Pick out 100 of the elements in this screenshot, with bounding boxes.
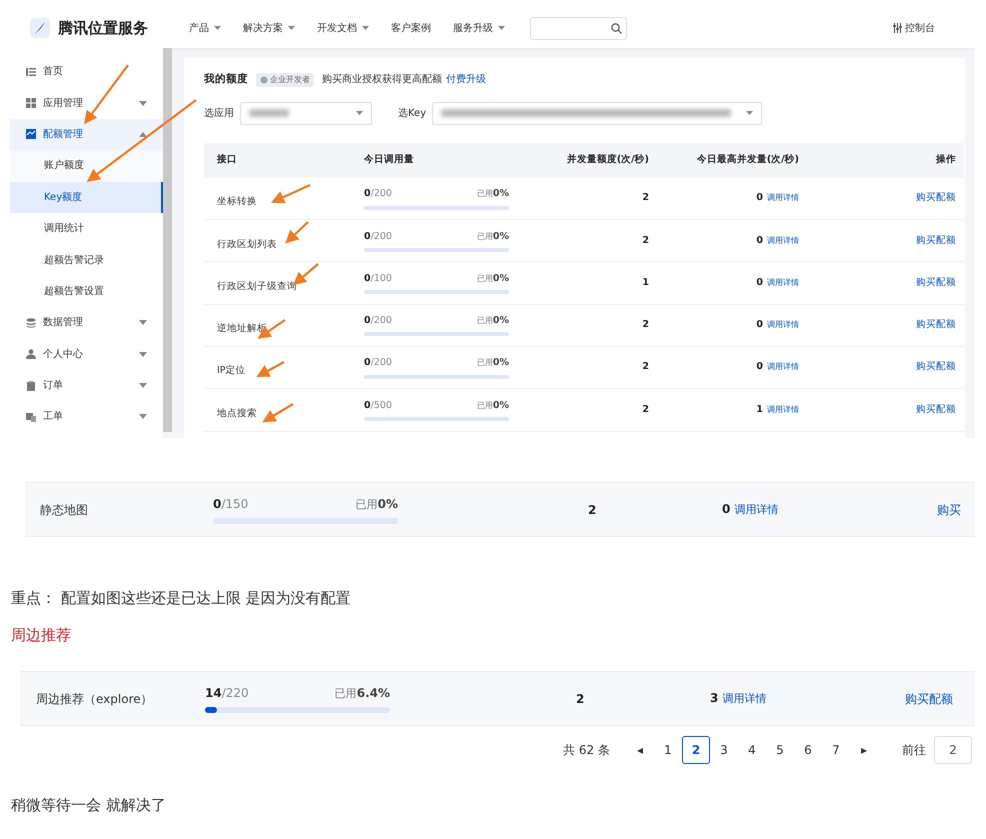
person-icon <box>26 349 36 360</box>
buy-quota-link[interactable]: 购买配额 <box>916 192 956 204</box>
section-heading: 周边推荐 <box>11 624 72 646</box>
chart-icon <box>26 129 36 140</box>
detail-link[interactable]: 调用详情 <box>767 236 799 245</box>
table-cell-text: 2 <box>588 502 598 518</box>
page-button[interactable]: 7 <box>822 736 850 764</box>
list-icon <box>26 66 36 77</box>
percent-text: 已用6.4% <box>334 685 390 702</box>
table-cell: 地点搜索 <box>217 408 257 419</box>
caret-icon <box>288 26 295 30</box>
page-button[interactable]: 1 <box>654 736 682 764</box>
nav-menu-item[interactable]: 解决方案 <box>232 20 306 36</box>
next-page-button[interactable]: ▸ <box>850 736 878 764</box>
table-cell: 0 <box>756 192 763 204</box>
table-cell: 0 <box>756 234 763 246</box>
page-button[interactable]: 6 <box>794 736 822 764</box>
section-title: 我的额度 <box>204 72 248 87</box>
usage-text: 0/150 <box>213 496 248 514</box>
detail-link[interactable]: 调用详情 <box>767 362 799 372</box>
scrollbar[interactable] <box>163 48 172 432</box>
detail-link[interactable]: 调用详情 <box>722 692 766 706</box>
logo-icon <box>30 18 50 38</box>
prev-page-button[interactable]: ◂ <box>626 736 654 764</box>
arrow-annotation <box>271 184 310 204</box>
detail-link[interactable]: 调用详情 <box>734 503 778 516</box>
key-label: 选Key <box>398 106 426 121</box>
buy-quota-link[interactable]: 购买配额 <box>916 361 956 372</box>
detail-link[interactable]: 调用详情 <box>767 278 799 287</box>
detail-link[interactable]: 调用详情 <box>767 193 799 202</box>
arrow-annotation <box>285 221 309 244</box>
page-button[interactable]: 5 <box>766 736 794 764</box>
key-select[interactable] <box>432 102 762 125</box>
sidebar-subitem[interactable]: Key额度 <box>10 182 163 213</box>
sidebar-subitem[interactable]: 超额告警记录 <box>10 244 163 276</box>
sidebar-subitem[interactable]: 超额告警设置 <box>10 276 163 308</box>
detail-link[interactable]: 调用详情 <box>767 320 799 330</box>
upgrade-link[interactable]: 付费升级 <box>446 74 486 86</box>
sidebar-item[interactable]: 个人中心 <box>10 338 163 370</box>
sidebar-item[interactable]: 订单 <box>10 370 163 402</box>
note-text: 重点： 配置如图这些还是已达上限 是因为没有配置 <box>11 588 352 609</box>
nav-menu-item[interactable]: 客户案例 <box>380 20 442 36</box>
logo-text[interactable]: 腾讯位置服务 <box>58 16 148 40</box>
column-header: 今日调用量 <box>363 153 415 168</box>
percent-text: 已用0% <box>476 356 509 370</box>
page-input[interactable]: 2 <box>934 736 972 764</box>
buy-quota-link[interactable]: 购买配额 <box>905 692 953 706</box>
caret-icon <box>362 26 369 30</box>
sidebar-item[interactable]: 数据管理 <box>10 307 163 339</box>
buy-quota-link[interactable]: 购买配额 <box>916 319 956 330</box>
table-cell: 行政区划列表 <box>217 238 277 250</box>
page-button[interactable]: 3 <box>710 736 738 764</box>
percent-text: 已用0% <box>476 314 509 328</box>
usage-text: 0/200 <box>364 356 392 370</box>
sidebar-item[interactable]: 应用管理 <box>10 87 163 119</box>
buy-quota-link[interactable]: 购买配额 <box>916 234 956 246</box>
app-label: 选应用 <box>204 106 234 121</box>
nav-menu-item[interactable]: 产品 <box>178 20 232 36</box>
grid-icon <box>26 98 36 108</box>
nav-menu-item[interactable]: 服务升级 <box>442 20 516 36</box>
table-cell: 0 <box>756 276 763 288</box>
developer-badge: 企业开发者 <box>256 72 314 87</box>
column-header: 操作 <box>934 153 957 168</box>
buy-quota-link[interactable]: 购买配额 <box>916 276 956 288</box>
percent-text: 已用0% <box>476 187 509 202</box>
search-icon <box>611 22 622 34</box>
sliders-icon <box>893 23 902 33</box>
sidebar-subitem[interactable]: 账户额度 <box>10 150 163 182</box>
ticket-icon <box>26 412 36 422</box>
column-header: 并发量额度(次/秒) <box>566 153 649 168</box>
column-header: 今日最高并发量(次/秒) <box>696 153 799 168</box>
usage-text: 0/200 <box>364 187 392 202</box>
nav-menu-item[interactable]: 开发文档 <box>306 20 380 36</box>
table-cell: 0 <box>722 502 730 516</box>
search-field[interactable] <box>530 16 627 40</box>
sidebar-item[interactable]: 首页 <box>10 56 163 88</box>
buy-quota-link[interactable]: 购买 <box>937 502 961 516</box>
arrow-annotation <box>262 403 294 422</box>
table-cell-text: 周边推荐（explore） <box>35 690 154 708</box>
percent-text: 已用0% <box>476 230 509 244</box>
shield-icon <box>260 76 268 84</box>
detail-link[interactable]: 调用详情 <box>767 404 799 414</box>
usage-text: 0/100 <box>364 272 392 286</box>
buy-quota-link[interactable]: 购买配额 <box>916 404 956 415</box>
console-link[interactable]: 控制台 <box>893 20 935 36</box>
sidebar-item[interactable]: 配额管理 <box>10 118 163 150</box>
closing-text: 稍微等待一会 就解决了 <box>11 795 167 816</box>
database-icon <box>26 318 36 328</box>
usage-text: 14/220 <box>205 685 249 702</box>
sidebar-subitem[interactable]: 调用统计 <box>10 212 163 244</box>
percent-text: 已用0% <box>476 398 509 413</box>
page-button[interactable]: 2 <box>682 736 710 764</box>
usage-text: 0/200 <box>364 230 392 244</box>
percent-text: 已用0% <box>356 496 398 514</box>
page-button[interactable]: 4 <box>738 736 766 764</box>
sidebar-item[interactable]: 工单 <box>10 401 163 433</box>
table-cell: 0 <box>756 361 763 372</box>
caret-icon <box>746 111 754 116</box>
app-select[interactable] <box>240 102 372 125</box>
table-cell-text: 静态地图 <box>39 502 89 518</box>
